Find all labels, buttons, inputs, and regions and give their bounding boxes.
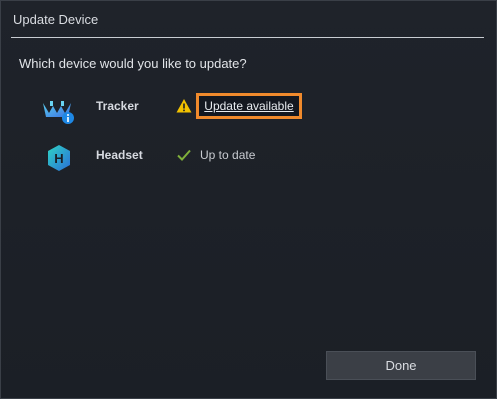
device-name: Tracker xyxy=(96,99,139,113)
dialog-title: Update Device xyxy=(13,12,99,27)
device-row-tracker: Tracker Update available xyxy=(1,93,496,124)
tracker-icon xyxy=(43,101,74,124)
device-name: Headset xyxy=(96,148,143,162)
warning-icon xyxy=(176,99,192,113)
update-available-link[interactable]: Update available xyxy=(196,93,302,119)
headset-icon-letter: H xyxy=(54,151,63,166)
device-row-headset: H Headset Up to date xyxy=(1,142,496,172)
checkmark-icon xyxy=(177,149,191,161)
headset-icon: H xyxy=(48,145,70,171)
up-to-date-status: Up to date xyxy=(200,148,256,162)
update-device-dialog: Update Device Which device would you lik… xyxy=(0,0,497,399)
dialog-question: Which device would you like to update? xyxy=(19,56,247,71)
done-button[interactable]: Done xyxy=(326,351,476,380)
title-divider xyxy=(11,37,484,38)
